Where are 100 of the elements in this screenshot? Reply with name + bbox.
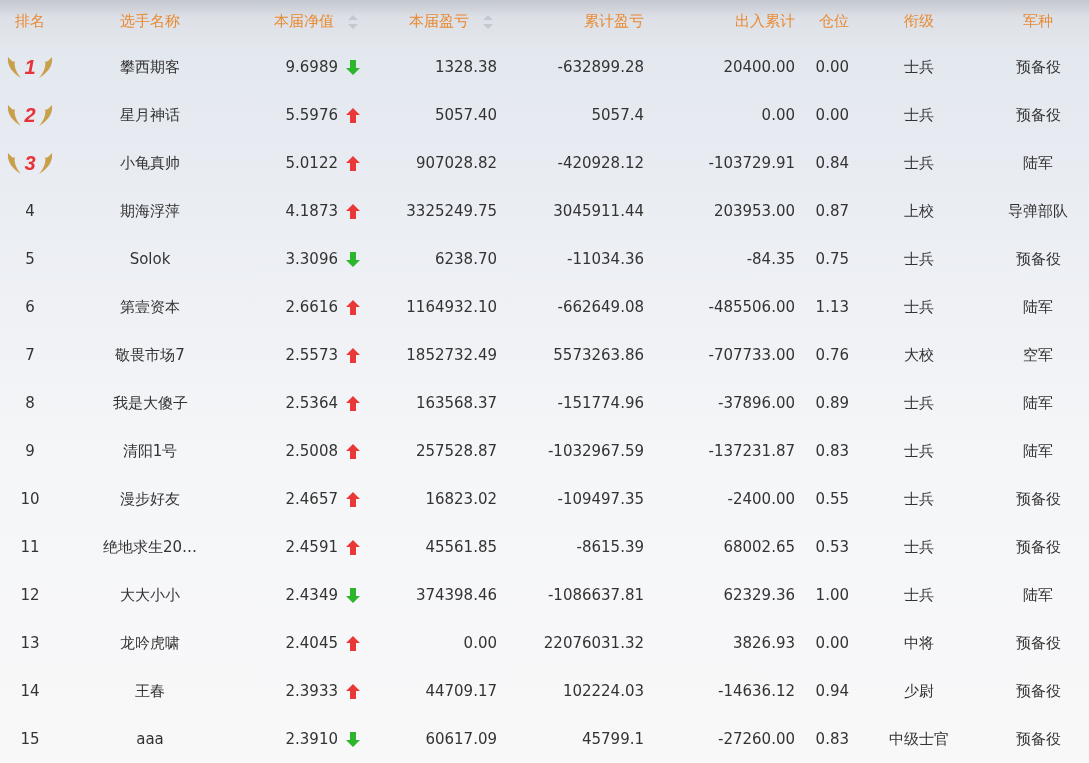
total-pnl: -11034.36 bbox=[567, 250, 644, 268]
total-pnl: -1032967.59 bbox=[547, 442, 644, 460]
service-branch: 空军 bbox=[1023, 345, 1053, 365]
session-pnl: 16823.02 bbox=[425, 490, 497, 508]
rank-title: 士兵 bbox=[904, 297, 934, 317]
player-name: 期海浮萍 bbox=[120, 201, 180, 221]
service-branch: 预备役 bbox=[1015, 57, 1061, 77]
rank-number: 12 bbox=[20, 586, 40, 604]
service-branch: 预备役 bbox=[1015, 249, 1061, 269]
rank-badge: 1 bbox=[7, 55, 53, 79]
net-value: 2.3910 bbox=[285, 730, 338, 748]
net-value: 5.0122 bbox=[285, 154, 338, 172]
total-pnl: -8615.39 bbox=[576, 538, 644, 556]
net-value: 2.5008 bbox=[285, 442, 338, 460]
column-header: 出入累计 bbox=[734, 11, 795, 32]
position: 0.89 bbox=[815, 394, 849, 412]
net-flow: -37896.00 bbox=[718, 394, 795, 412]
service-branch: 预备役 bbox=[1015, 633, 1061, 653]
position: 0.55 bbox=[815, 490, 849, 508]
net-value: 2.4045 bbox=[285, 634, 338, 652]
rank-title: 士兵 bbox=[904, 105, 934, 125]
player-name: aaa bbox=[136, 730, 164, 748]
position: 0.76 bbox=[815, 346, 849, 364]
net-value: 2.4349 bbox=[285, 586, 338, 604]
net-value: 2.3933 bbox=[285, 682, 338, 700]
total-pnl: 102224.03 bbox=[562, 682, 644, 700]
column-header: 累计盈亏 bbox=[583, 11, 645, 32]
net-value: 2.4591 bbox=[285, 538, 338, 556]
net-flow: -137231.87 bbox=[708, 442, 795, 460]
total-pnl: -420928.12 bbox=[557, 154, 644, 172]
column-header[interactable]: 本届盈亏 bbox=[368, 0, 501, 43]
position: 0.00 bbox=[815, 106, 849, 124]
rank-number: 14 bbox=[20, 682, 40, 700]
player-name: 大大小小 bbox=[120, 585, 180, 605]
total-pnl: 22076031.32 bbox=[543, 634, 644, 652]
service-branch: 导弹部队 bbox=[1008, 201, 1068, 221]
column-header: 选手名称 bbox=[119, 11, 181, 32]
position: 0.83 bbox=[815, 730, 849, 748]
service-branch: 预备役 bbox=[1015, 489, 1061, 509]
net-flow: 20400.00 bbox=[723, 58, 795, 76]
net-flow: -707733.00 bbox=[708, 346, 795, 364]
net-flow: -27260.00 bbox=[718, 730, 795, 748]
service-branch: 预备役 bbox=[1015, 729, 1061, 749]
session-pnl: 1852732.49 bbox=[406, 346, 497, 364]
net-value: 4.1873 bbox=[285, 202, 338, 220]
total-pnl: -109497.35 bbox=[557, 490, 644, 508]
service-branch: 预备役 bbox=[1015, 105, 1061, 125]
rank-badge: 2 bbox=[7, 103, 53, 127]
sort-icon[interactable] bbox=[483, 14, 493, 29]
total-pnl: -1086637.81 bbox=[547, 586, 644, 604]
session-pnl: 3325249.75 bbox=[406, 202, 497, 220]
column-header: 衔级 bbox=[903, 11, 935, 32]
net-flow: -14636.12 bbox=[718, 682, 795, 700]
rank-number: 10 bbox=[20, 490, 40, 508]
net-value: 9.6989 bbox=[285, 58, 338, 76]
rank-title: 士兵 bbox=[904, 489, 934, 509]
rank-number: 13 bbox=[20, 634, 40, 652]
rank-number: 5 bbox=[25, 250, 35, 268]
player-name: 王春 bbox=[135, 681, 165, 701]
rank-number: 11 bbox=[20, 538, 40, 556]
total-pnl: 5573263.86 bbox=[553, 346, 644, 364]
rank-badge: 3 bbox=[7, 151, 53, 175]
player-name: 星月神话 bbox=[120, 105, 180, 125]
session-pnl: 163568.37 bbox=[415, 394, 497, 412]
session-pnl: 44709.17 bbox=[425, 682, 497, 700]
rank-number: 6 bbox=[25, 298, 35, 316]
player-name: Solok bbox=[129, 250, 171, 268]
net-flow: -103729.91 bbox=[708, 154, 795, 172]
rank-number: 4 bbox=[25, 202, 35, 220]
rank-number: 9 bbox=[25, 442, 35, 460]
rank-title: 士兵 bbox=[904, 249, 934, 269]
position: 0.87 bbox=[815, 202, 849, 220]
rank-title: 中级士官 bbox=[889, 729, 949, 749]
rank-title: 士兵 bbox=[904, 393, 934, 413]
player-name: 攀西期客 bbox=[120, 57, 180, 77]
service-branch: 陆军 bbox=[1023, 393, 1053, 413]
column-header: 排名 bbox=[14, 11, 46, 32]
net-value: 5.5976 bbox=[285, 106, 338, 124]
session-pnl: 257528.87 bbox=[415, 442, 497, 460]
net-flow: 3826.93 bbox=[732, 634, 795, 652]
session-pnl: 0.00 bbox=[463, 634, 497, 652]
session-pnl: 45561.85 bbox=[425, 538, 497, 556]
column-header[interactable]: 本届净值 bbox=[240, 0, 368, 43]
session-pnl: 5057.40 bbox=[434, 106, 497, 124]
sort-icon[interactable] bbox=[348, 14, 358, 29]
net-flow: -2400.00 bbox=[727, 490, 795, 508]
total-pnl: -632899.28 bbox=[557, 58, 644, 76]
session-pnl: 907028.82 bbox=[415, 154, 497, 172]
session-pnl: 60617.09 bbox=[425, 730, 497, 748]
rank-title: 中将 bbox=[904, 633, 934, 653]
position: 0.84 bbox=[815, 154, 849, 172]
rank-number: 15 bbox=[20, 730, 40, 748]
net-value: 2.6616 bbox=[285, 298, 338, 316]
player-name: 清阳1号 bbox=[122, 441, 178, 461]
rank-title: 上校 bbox=[904, 201, 934, 221]
column-header: 仓位 bbox=[818, 11, 850, 32]
total-pnl: -151774.96 bbox=[557, 394, 644, 412]
player-name: 我是大傻子 bbox=[112, 393, 188, 413]
service-branch: 陆军 bbox=[1023, 297, 1053, 317]
position: 0.94 bbox=[815, 682, 849, 700]
